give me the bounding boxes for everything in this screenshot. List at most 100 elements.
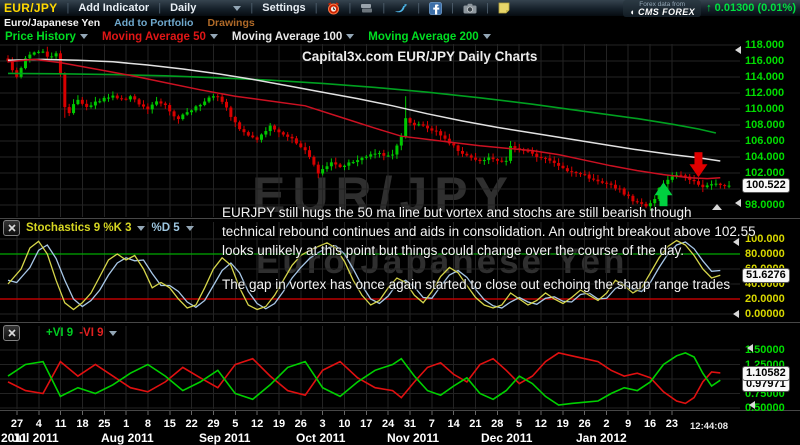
- chevron-down-icon: [346, 34, 354, 39]
- camera-icon[interactable]: [463, 3, 477, 14]
- x-axis-day-label: 21: [469, 418, 481, 430]
- axis-label: 112.000: [745, 87, 784, 99]
- stochastics-d-label[interactable]: %D 5: [151, 222, 179, 234]
- axis-scroll-arrow-icon[interactable]: [747, 344, 753, 352]
- close-icon[interactable]: [3, 220, 20, 236]
- time-axis: 12:44:08 2741118251815222951219263101724…: [0, 410, 800, 445]
- axis-label: 0.00000: [745, 308, 785, 320]
- x-axis-day-label: 26: [578, 418, 590, 430]
- x-axis-day-label: 8: [145, 418, 151, 430]
- x-axis-day-label: 14: [447, 418, 459, 430]
- separator: |: [315, 2, 318, 14]
- x-axis-day-label: 19: [557, 418, 569, 430]
- price-change: ↑ 0.01300 (0.01%): [706, 2, 796, 14]
- chevron-down-icon: [483, 34, 491, 39]
- x-axis-day-label: 19: [273, 418, 285, 430]
- x-axis-day-label: 10: [338, 418, 350, 430]
- x-axis-day-label: 9: [625, 418, 631, 430]
- x-axis-day-label: 28: [491, 418, 503, 430]
- sub-toolbar: Euro/Japanese Yen Add to Portfolio Drawi…: [0, 16, 800, 29]
- x-axis-month-label: Dec 2011: [481, 431, 532, 445]
- up-arrow-icon: ↑: [706, 2, 712, 14]
- separator: |: [66, 2, 69, 14]
- separator: |: [382, 2, 385, 14]
- annotation-text[interactable]: The gap in vortex has once again started…: [222, 275, 730, 294]
- chevron-down-icon: [233, 6, 241, 11]
- separator: |: [451, 2, 454, 14]
- x-axis-day-label: 27: [11, 418, 23, 430]
- x-axis-day-label: 16: [644, 418, 656, 430]
- x-axis-day-label: 29: [207, 418, 219, 430]
- stochastics-k-label[interactable]: Stochastics 9 %K 3: [26, 222, 131, 234]
- provider-name: ◖ CMS FOREX: [629, 8, 695, 16]
- provider-badge[interactable]: Forex data from ◖ CMS FOREX: [623, 0, 701, 17]
- x-axis-day-label: 2: [603, 418, 609, 430]
- axis-scroll-arrow-icon[interactable]: [735, 199, 741, 207]
- facebook-icon[interactable]: [429, 2, 442, 15]
- interval-value: Daily: [170, 2, 196, 14]
- axis-label: 114.000: [745, 71, 784, 83]
- current-price-box: 100.522: [742, 178, 790, 193]
- charting-app: EUR/JPY | Add Indicator | Daily | Settin…: [0, 0, 800, 445]
- chevron-down-icon: [109, 331, 117, 336]
- drawings-link[interactable]: Drawings: [207, 17, 254, 29]
- annotation-text[interactable]: EURJPY still hugs the 50 ma line but vor…: [222, 203, 756, 260]
- close-icon[interactable]: [3, 325, 20, 341]
- x-axis-day-label: 17: [360, 418, 372, 430]
- axis-scroll-arrow-icon[interactable]: [735, 46, 741, 54]
- alarm-clock-icon[interactable]: [327, 2, 340, 15]
- top-toolbar: EUR/JPY | Add Indicator | Daily | Settin…: [0, 0, 800, 16]
- separator: |: [158, 2, 161, 14]
- separator: |: [349, 2, 352, 14]
- stochastics-header: Stochastics 9 %K 3 %D 5: [3, 220, 194, 236]
- x-axis-month-label: Aug 2011: [101, 431, 154, 445]
- separator: |: [250, 2, 253, 14]
- x-axis-day-label: 24: [382, 418, 394, 430]
- x-axis-day-label: 4: [36, 418, 42, 430]
- x-axis-month-label: Sep 2011: [199, 431, 250, 445]
- add-to-portfolio-link[interactable]: Add to Portfolio: [114, 17, 193, 29]
- symbol-button[interactable]: EUR/JPY: [4, 1, 57, 15]
- settings-button[interactable]: Settings: [262, 2, 305, 14]
- vortex-plus-label[interactable]: +VI 9: [46, 327, 73, 339]
- blocks-icon[interactable]: [360, 2, 373, 14]
- x-axis-day-label: 25: [98, 418, 110, 430]
- x-axis-day-label: 22: [186, 418, 198, 430]
- x-axis-month-label: Jul 2011: [12, 431, 59, 445]
- x-axis-day-label: 31: [404, 418, 416, 430]
- axis-scroll-arrow-icon[interactable]: [712, 204, 722, 210]
- instrument-name: Euro/Japanese Yen: [4, 17, 100, 29]
- legend-price-history[interactable]: Price History: [5, 31, 88, 43]
- x-axis-month-label: Oct 2011: [296, 431, 345, 445]
- interval-dropdown[interactable]: Daily: [170, 2, 241, 14]
- x-axis-day-label: 18: [76, 418, 88, 430]
- note-icon[interactable]: [498, 2, 510, 14]
- clock-timestamp: 12:44:08: [690, 421, 728, 432]
- x-axis-day-label: 12: [535, 418, 547, 430]
- x-axis-day-label: 26: [295, 418, 307, 430]
- chevron-down-icon: [186, 226, 194, 231]
- axis-label: 20.0000: [745, 293, 785, 305]
- x-axis-month-label: Nov 2011: [387, 431, 439, 445]
- axis-label: 118.000: [745, 39, 784, 51]
- add-indicator-button[interactable]: Add Indicator: [78, 2, 149, 14]
- stochastics-value-box: 51.6276: [742, 268, 790, 283]
- chevron-down-icon: [80, 34, 88, 39]
- chevron-down-icon: [210, 34, 218, 39]
- axis-scroll-arrow-icon[interactable]: [749, 401, 755, 409]
- legend-ma200[interactable]: Moving Average 200: [368, 31, 490, 43]
- axis-label: 106.000: [745, 135, 785, 147]
- axis-scroll-arrow-icon[interactable]: [733, 238, 739, 246]
- x-axis-day-label: 7: [429, 418, 435, 430]
- vortex-minus-label[interactable]: -VI 9: [79, 327, 103, 339]
- axis-scroll-arrow-icon[interactable]: [733, 310, 739, 318]
- legend-bar: Price History Moving Average 50 Moving A…: [0, 29, 800, 44]
- legend-ma100[interactable]: Moving Average 100: [232, 31, 354, 43]
- twitter-icon[interactable]: [394, 2, 408, 14]
- x-axis-day-label: 15: [164, 418, 176, 430]
- axis-label: 110.000: [745, 103, 784, 115]
- x-axis-day-label: 11: [55, 418, 67, 430]
- x-axis-day-label: 1: [123, 418, 129, 430]
- separator: |: [417, 2, 420, 14]
- legend-ma50[interactable]: Moving Average 50: [102, 31, 218, 43]
